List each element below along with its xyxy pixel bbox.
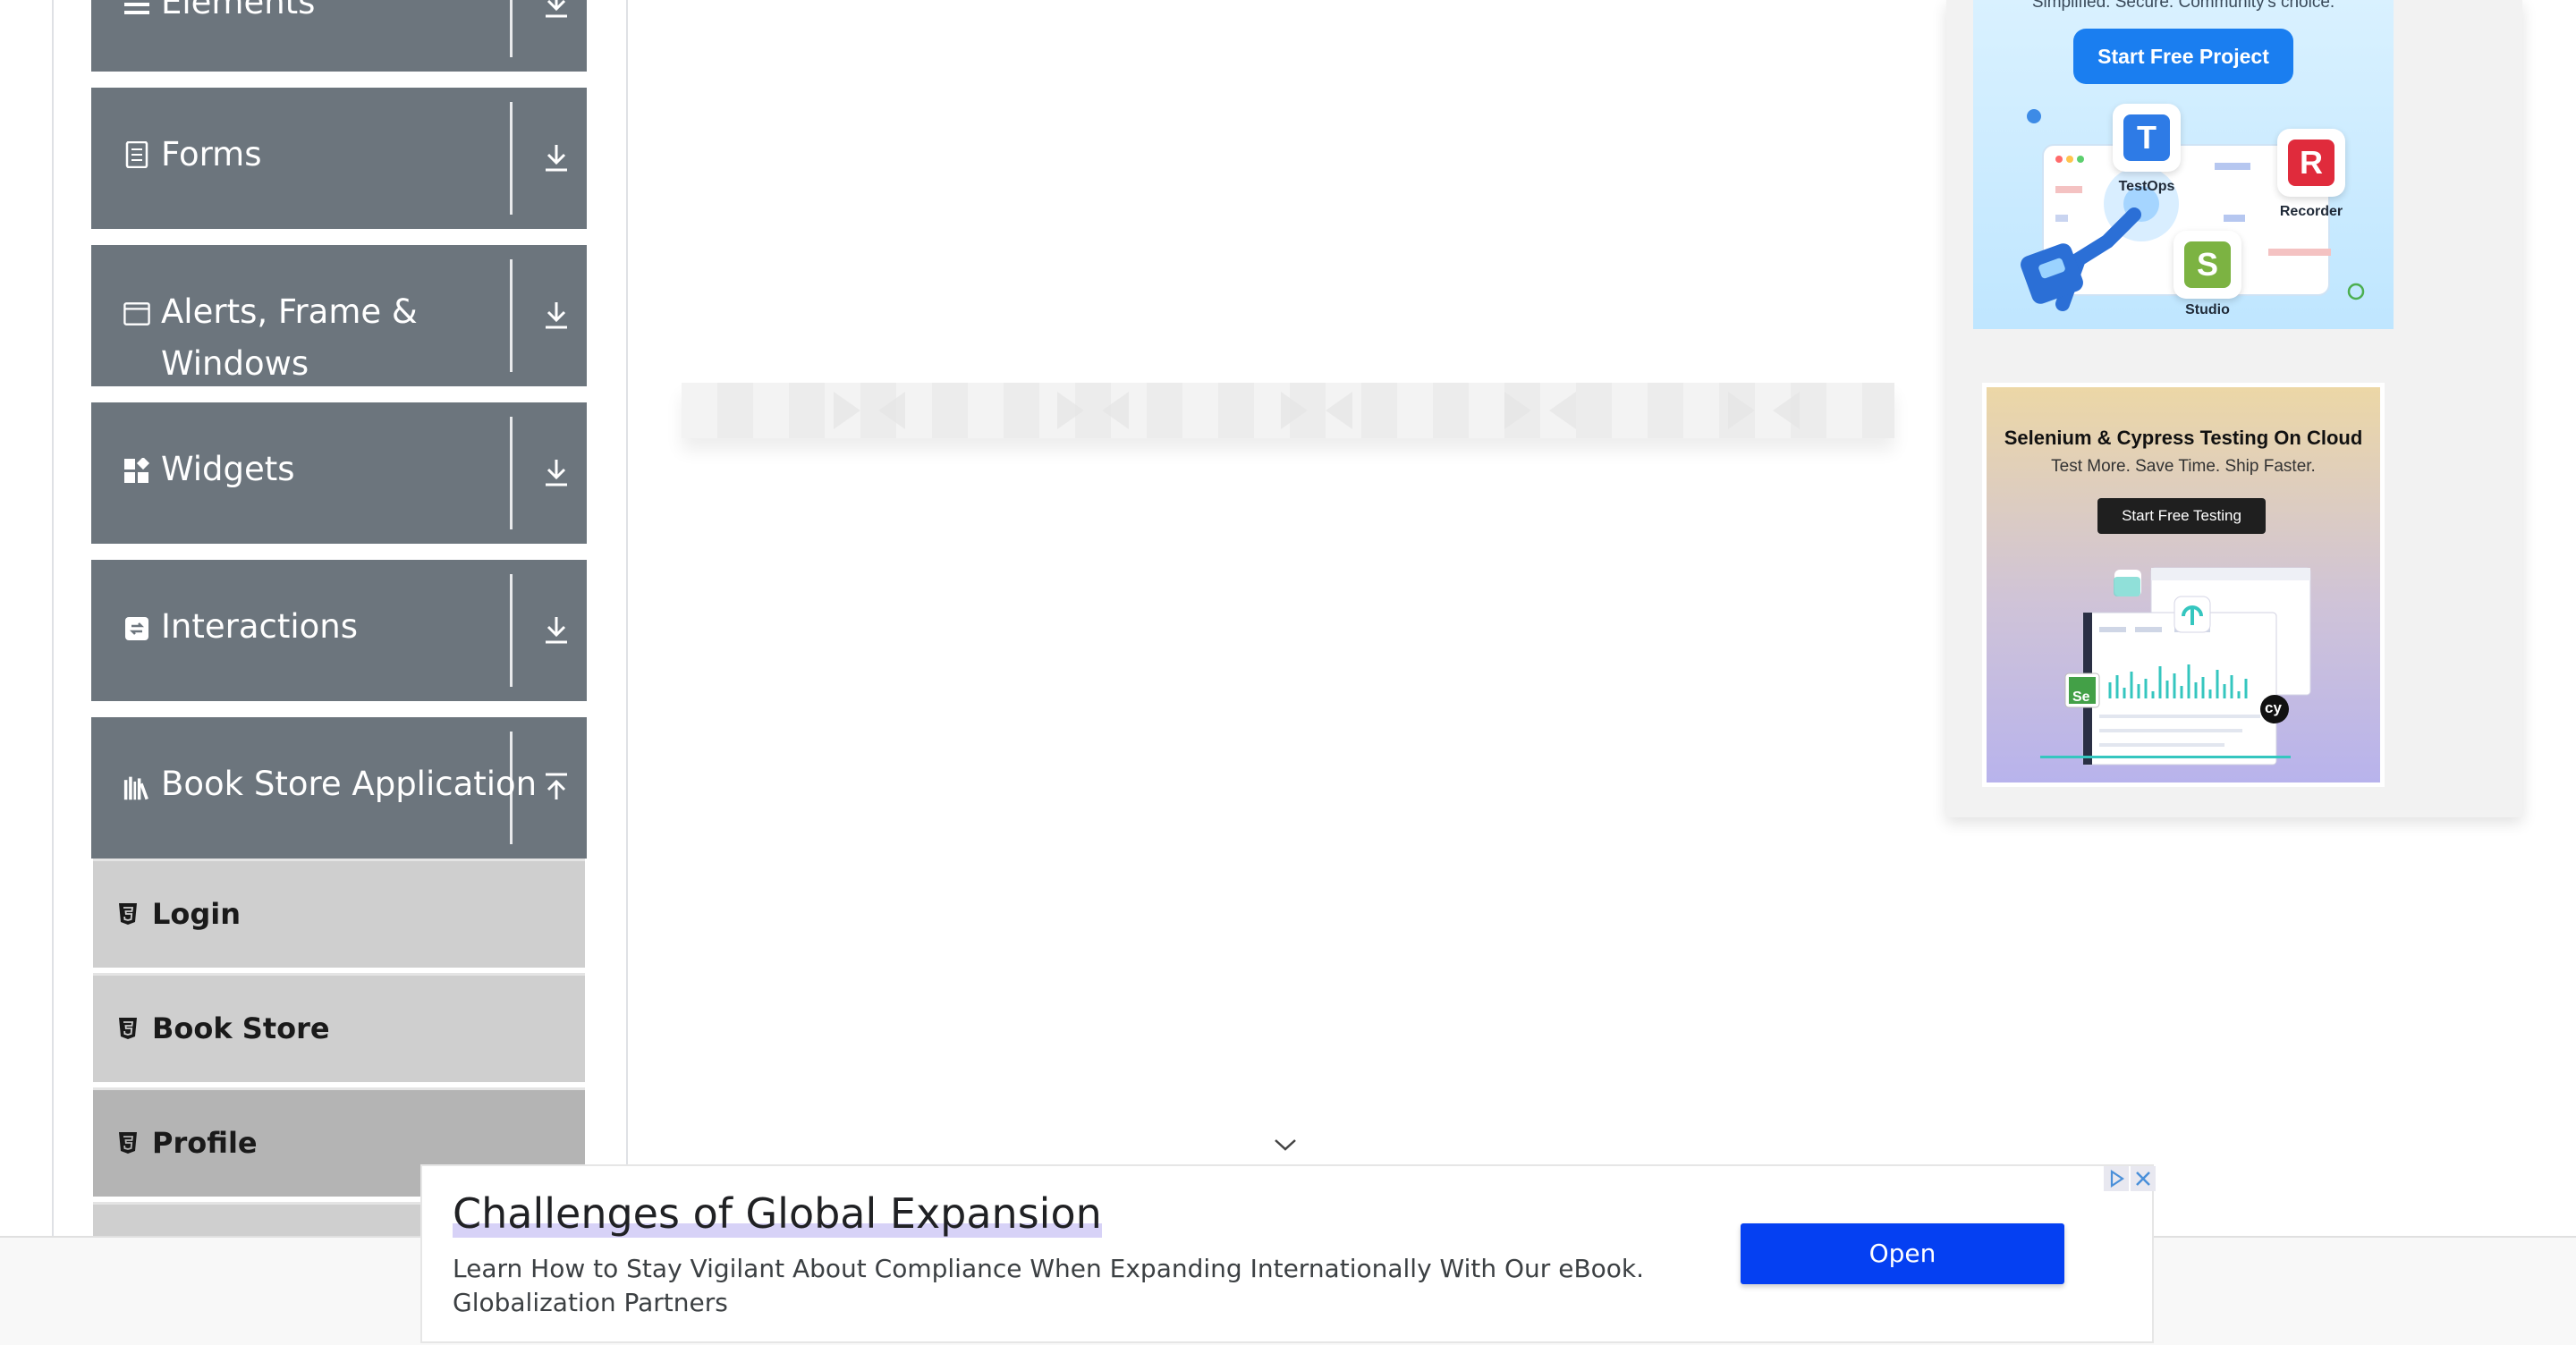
menu-item-label: Book Store — [152, 1011, 330, 1045]
bottom-ad-banner[interactable]: Challenges of Global Expansion Learn How… — [420, 1164, 2156, 1343]
katalon-ad[interactable]: Simplified. Secure. Community's choice. … — [1973, 0, 2394, 329]
chevron-down-icon[interactable] — [1274, 1138, 1297, 1152]
interactions-icon — [123, 615, 150, 642]
menu-item-label: Login — [152, 897, 242, 931]
sidebar-left-border — [52, 0, 54, 1236]
group-divider — [510, 102, 513, 215]
group-title-alerts-line1: Alerts, Frame & — [161, 292, 418, 331]
cypress-badge: cy — [2265, 699, 2282, 716]
group-header-interactions[interactable]: Interactions — [91, 560, 587, 701]
recorder-caption: Recorder — [2279, 204, 2343, 219]
list-icon — [123, 0, 150, 18]
ad-description: Learn How to Stay Vigilant About Complia… — [453, 1254, 1645, 1283]
group-title-widgets: Widgets — [161, 450, 295, 488]
form-icon — [123, 141, 150, 168]
group-header-widgets[interactable]: Widgets — [91, 402, 587, 544]
group-header-book-store-application[interactable]: Book Store Application — [91, 717, 587, 859]
group-divider — [510, 259, 513, 372]
content-ad-placeholder — [682, 383, 1894, 438]
group-header-alerts-frame-windows[interactable]: Alerts, Frame & Windows — [91, 245, 587, 386]
close-icon[interactable] — [2131, 1166, 2156, 1191]
widgets-icon — [123, 458, 150, 485]
group-divider — [510, 732, 513, 844]
group-divider — [510, 574, 513, 687]
collapse-arrow-icon[interactable] — [538, 769, 574, 805]
group-divider — [510, 417, 513, 529]
group-title-interactions: Interactions — [161, 607, 359, 646]
menu-item-book-store[interactable]: Book Store — [93, 973, 585, 1082]
testops-caption: TestOps — [2118, 179, 2175, 194]
group-title-alerts-line2: Windows — [161, 344, 309, 383]
studio-caption: Studio — [2185, 302, 2230, 317]
studio-app-tile: S — [2174, 231, 2241, 299]
right-ad-panel: Simplified. Secure. Community's choice. … — [1946, 0, 2522, 817]
group-header-forms[interactable]: Forms — [91, 88, 587, 229]
recorder-app-tile: R — [2277, 129, 2345, 197]
group-title-book-store-application: Book Store Application — [161, 765, 538, 803]
studio-letter: S — [2184, 241, 2231, 288]
html5-icon — [119, 1018, 137, 1039]
expand-arrow-icon[interactable] — [538, 0, 574, 21]
group-title-elements: Elements — [161, 0, 316, 21]
testops-letter: T — [2123, 114, 2170, 161]
adchoices-icon[interactable] — [2104, 1166, 2129, 1191]
window-icon — [123, 300, 150, 327]
lambdatest-dashboard-illustration — [2040, 567, 2311, 766]
expand-arrow-icon[interactable] — [538, 297, 574, 333]
menu-item-login[interactable]: Login — [93, 859, 585, 968]
ad-advertiser: Globalization Partners — [453, 1288, 728, 1317]
selenium-badge: Se — [2072, 689, 2090, 705]
group-title-forms: Forms — [161, 135, 262, 173]
testops-app-tile: T — [2113, 104, 2181, 172]
menu-item-label: Profile — [152, 1126, 258, 1160]
group-divider — [510, 0, 513, 57]
group-header-elements[interactable]: Elements — [91, 0, 587, 72]
expand-arrow-icon[interactable] — [538, 454, 574, 490]
lambdatest-ad[interactable]: Selenium & Cypress Testing On Cloud Test… — [1982, 383, 2385, 787]
ad-headline[interactable]: Challenges of Global Expansion — [453, 1189, 1102, 1238]
html5-icon — [119, 903, 137, 925]
books-icon — [123, 774, 150, 801]
recorder-letter: R — [2288, 140, 2334, 186]
expand-arrow-icon[interactable] — [538, 612, 574, 647]
ad-open-button[interactable]: Open — [1741, 1223, 2064, 1284]
expand-arrow-icon[interactable] — [538, 140, 574, 175]
html5-icon — [119, 1132, 137, 1154]
content-left-border — [626, 0, 628, 1236]
